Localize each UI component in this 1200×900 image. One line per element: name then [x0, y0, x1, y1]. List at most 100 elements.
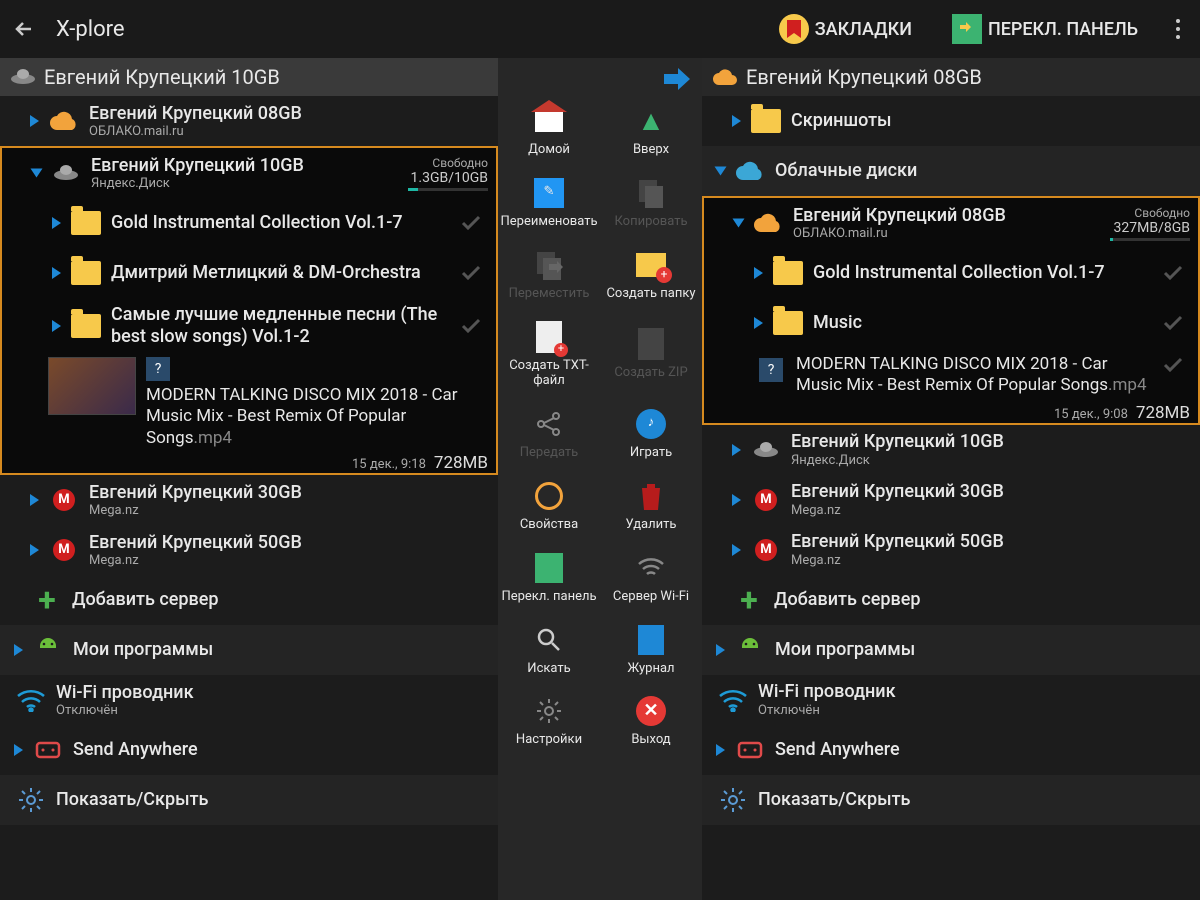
- settings-button[interactable]: Настройки: [498, 686, 600, 754]
- exit-button[interactable]: ✕Выход: [600, 686, 702, 754]
- cloud-icon: [751, 206, 785, 240]
- wifi-server-button[interactable]: Сервер Wi-Fi: [600, 543, 702, 611]
- item-subtitle: Mega.nz: [89, 553, 490, 568]
- wifi-icon: [14, 683, 48, 717]
- share-button[interactable]: Передать: [498, 399, 600, 467]
- wifi-explorer-item[interactable]: Wi-Fi проводникОтключён: [0, 675, 498, 725]
- bookmarks-button[interactable]: ЗАКЛАДКИ: [769, 14, 922, 44]
- show-hide-item[interactable]: Показать/Скрыть: [702, 775, 1200, 825]
- switch-panel-button[interactable]: ПЕРЕКЛ. ПАНЕЛЬ: [942, 14, 1148, 44]
- folder-icon: [771, 306, 805, 340]
- mega-icon: M: [749, 533, 783, 567]
- log-button[interactable]: Журнал: [600, 615, 702, 683]
- properties-label: Свойства: [520, 518, 578, 533]
- item-title: Добавить сервер: [72, 589, 490, 611]
- left-path-bar[interactable]: Евгений Крупецкий 10GB: [0, 58, 498, 96]
- item-title: Wi-Fi проводник: [758, 681, 1192, 703]
- create-zip-button[interactable]: Создать ZIP: [600, 312, 702, 395]
- expand-icon: [754, 267, 763, 279]
- cloud-account-item[interactable]: Евгений Крупецкий 08GB ОБЛАКО.mail.ru Св…: [704, 198, 1198, 248]
- folder-item[interactable]: Music: [704, 298, 1198, 348]
- copy-button[interactable]: Копировать: [600, 168, 702, 236]
- right-selected-block: Евгений Крупецкий 08GB ОБЛАКО.mail.ru Св…: [702, 196, 1200, 425]
- search-button[interactable]: Искать: [498, 615, 600, 683]
- item-subtitle: Mega.nz: [791, 553, 1192, 568]
- my-apps-item[interactable]: Мои программы: [0, 625, 498, 675]
- right-path-bar[interactable]: Евгений Крупецкий 08GB: [702, 58, 1200, 96]
- create-folder-button[interactable]: Создать папку: [600, 240, 702, 308]
- mega-account-item[interactable]: M Евгений Крупецкий 50GBMega.nz: [0, 525, 498, 575]
- folder-item[interactable]: Дмитрий Метлицкий & DM-Orchestra: [2, 248, 496, 298]
- check-icon[interactable]: [454, 315, 488, 337]
- copy-icon: [632, 174, 670, 212]
- expand-icon: [733, 219, 745, 228]
- send-anywhere-icon: [733, 733, 767, 767]
- mega-account-item[interactable]: M Евгений Крупецкий 30GBMega.nz: [0, 475, 498, 525]
- mega-account-item[interactable]: M Евгений Крупецкий 50GBMega.nz: [702, 525, 1200, 575]
- expand-icon: [30, 544, 39, 556]
- switch-panel-label: Перекл. панель: [501, 590, 596, 605]
- check-icon[interactable]: [454, 212, 488, 234]
- folder-item[interactable]: Gold Instrumental Collection Vol.1-7: [704, 248, 1198, 298]
- left-panel[interactable]: Евгений Крупецкий 10GB Евгений Крупецкий…: [0, 58, 498, 900]
- create-txt-button[interactable]: Создать TXT-файл: [498, 312, 600, 395]
- expand-icon: [732, 544, 741, 556]
- yandex-disk-item[interactable]: Евгений Крупецкий 10GB Яндекс.Диск Свобо…: [2, 148, 496, 198]
- cloud-disks-item[interactable]: Облачные диски: [702, 146, 1200, 196]
- folder-item[interactable]: Gold Instrumental Collection Vol.1-7: [2, 198, 496, 248]
- delete-button[interactable]: Удалить: [600, 471, 702, 539]
- item-title: Показать/Скрыть: [56, 789, 490, 811]
- up-button[interactable]: ▲Вверх: [600, 96, 702, 164]
- app-header: X-plore ЗАКЛАДКИ ПЕРЕКЛ. ПАНЕЛЬ: [0, 0, 1200, 58]
- yandex-disk-item[interactable]: Евгений Крупецкий 10GBЯндекс.Диск: [702, 425, 1200, 475]
- properties-button[interactable]: Свойства: [498, 471, 600, 539]
- create-txt-icon: [536, 321, 562, 353]
- check-icon[interactable]: [1156, 262, 1190, 284]
- check-icon[interactable]: [1156, 312, 1190, 334]
- search-label: Искать: [527, 662, 570, 677]
- rename-button[interactable]: ✎Переименовать: [498, 168, 600, 236]
- move-label: Переместить: [509, 287, 590, 302]
- video-file-item[interactable]: ? MODERN TALKING DISCO MIX 2018 - Car Mu…: [2, 353, 496, 453]
- expand-icon: [52, 217, 61, 229]
- share-label: Передать: [520, 446, 579, 461]
- send-anywhere-item[interactable]: Send Anywhere: [0, 725, 498, 775]
- mega-icon: M: [47, 483, 81, 517]
- android-icon: [31, 633, 65, 667]
- move-button[interactable]: Переместить: [498, 240, 600, 308]
- check-icon[interactable]: [1156, 354, 1190, 376]
- share-icon: [530, 405, 568, 443]
- play-button[interactable]: ♪Играть: [600, 399, 702, 467]
- right-panel[interactable]: Евгений Крупецкий 08GB Скриншоты Облачны…: [702, 58, 1200, 900]
- video-file-item[interactable]: ? MODERN TALKING DISCO MIX 2018 - Car Mu…: [704, 348, 1198, 403]
- storage-info: Свободно 327MB/8GB: [1110, 206, 1190, 241]
- wifi-icon: [716, 683, 750, 717]
- item-title: Мои программы: [73, 639, 490, 661]
- screenshots-item[interactable]: Скриншоты: [702, 96, 1200, 146]
- show-hide-item[interactable]: Показать/Скрыть: [0, 775, 498, 825]
- panel-direction-icon[interactable]: [664, 68, 690, 90]
- switch-panel-button[interactable]: Перекл. панель: [498, 543, 600, 611]
- cloud-icon: [47, 104, 81, 138]
- video-thumbnail: [48, 357, 136, 415]
- folder-item[interactable]: Самые лучшие медленные песни (The best s…: [2, 298, 496, 353]
- wifi-server-icon: [632, 549, 670, 587]
- send-anywhere-item[interactable]: Send Anywhere: [702, 725, 1200, 775]
- check-icon[interactable]: [454, 262, 488, 284]
- my-apps-item[interactable]: Мои программы: [702, 625, 1200, 675]
- item-title: Евгений Крупецкий 50GB: [791, 531, 1192, 553]
- back-button[interactable]: [12, 17, 36, 41]
- item-subtitle: Mega.nz: [791, 503, 1192, 518]
- plus-icon: +: [732, 583, 766, 617]
- cloud-account-item[interactable]: Евгений Крупецкий 08GB ОБЛАКО.mail.ru: [0, 96, 498, 146]
- expand-icon: [14, 744, 23, 756]
- expand-icon: [716, 744, 725, 756]
- add-server-item[interactable]: + Добавить сервер: [702, 575, 1200, 625]
- mega-account-item[interactable]: M Евгений Крупецкий 30GBMega.nz: [702, 475, 1200, 525]
- add-server-item[interactable]: + Добавить сервер: [0, 575, 498, 625]
- gear-icon: [14, 783, 48, 817]
- item-title: Показать/Скрыть: [758, 789, 1192, 811]
- overflow-menu-button[interactable]: [1168, 19, 1188, 39]
- wifi-explorer-item[interactable]: Wi-Fi проводникОтключён: [702, 675, 1200, 725]
- home-button[interactable]: Домой: [498, 96, 600, 164]
